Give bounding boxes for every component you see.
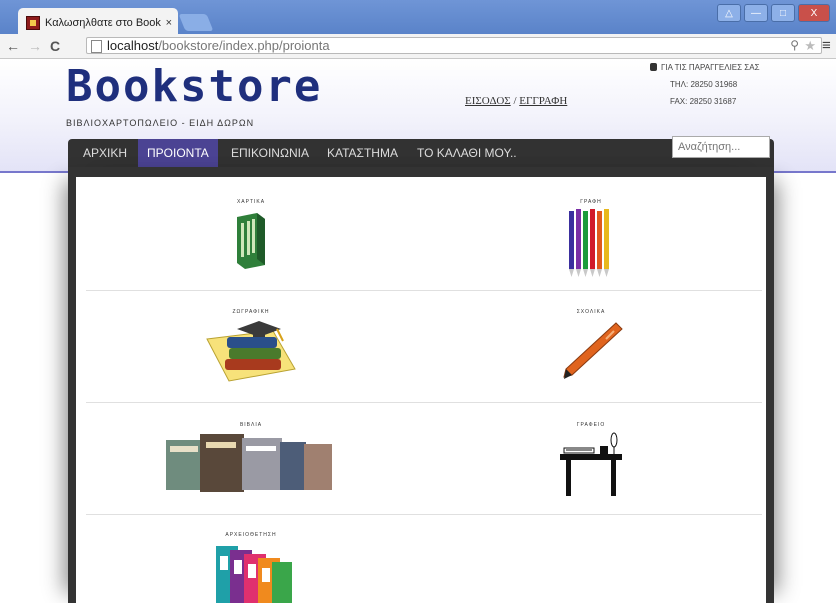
book-covers-icon (166, 434, 332, 492)
category-label: ΓΡΑΦΕΙΟ (576, 422, 606, 428)
category-label: ΧΑΡΤΙΚΑ (236, 199, 266, 205)
category-writing[interactable]: ΓΡΑΦΗ (441, 199, 741, 279)
row-divider (86, 290, 762, 291)
nav-item-products[interactable]: ΠΡΟΙΟΝΤΑ (138, 139, 218, 167)
bookmark-star-icon[interactable]: ★ (804, 38, 816, 53)
category-label: ΒΙΒΛΙΑ (239, 422, 263, 428)
site-tagline: ΒΙΒΛΙΟΧΑΡΤΟΠΩΛΕΙΟ - ΕΙΔΗ ΔΩΡΩΝ (66, 118, 255, 128)
product-categories: ΧΑΡΤΙΚΑ ΓΡΑΦΗ ΖΩΓΡΑΦΙΚΗ ΣΧΟΛΙΚΑ ΒΙΒΛΙΑ Γ… (76, 177, 766, 603)
contact-title: ΓΙΑ ΤΙΣ ΠΑΡΑΓΓΕΛΙΕΣ ΣΑΣ (661, 63, 760, 72)
category-filing[interactable]: ΑΡΧΕΙΟΘΕΤΗΣΗ (101, 532, 401, 603)
phone-icon (650, 63, 657, 71)
category-painting[interactable]: ΖΩΓΡΑΦΙΚΗ (101, 309, 401, 383)
row-divider (86, 514, 762, 515)
new-tab-button[interactable] (178, 14, 214, 31)
nav-item-home[interactable]: ΑΡΧΙΚΗ (74, 139, 136, 167)
auth-separator: / (513, 95, 517, 107)
category-label: ΣΧΟΛΙΚΑ (576, 309, 606, 315)
site-logo[interactable]: Bookstore (66, 61, 322, 112)
search-input[interactable] (672, 136, 770, 158)
category-books[interactable]: ΒΙΒΛΙΑ (101, 422, 401, 494)
nav-item-cart[interactable]: ΤΟ ΚΑΛΑΘΙ ΜΟΥ.. (408, 139, 526, 167)
window-controls: △ — □ X (717, 4, 830, 22)
url-host: localhost (107, 38, 159, 53)
page-icon (91, 40, 102, 53)
category-paper[interactable]: ΧΑΡΤΙΚΑ (101, 199, 401, 269)
browser-toolbar: ← → C localhost/bookstore/index.php/proi… (0, 34, 836, 59)
main-navigation: ΑΡΧΙΚΗ ΠΡΟΙΟΝΤΑ ΕΠΙΚΟΙΝΩΝΙΑ ΚΑΤΑΣΤΗΜΑ ΤΟ… (68, 139, 774, 167)
contact-fax: FAX: 28250 31687 (670, 97, 737, 106)
pen-icon (563, 322, 623, 379)
pens-icon (569, 209, 609, 277)
category-office[interactable]: ΓΡΑΦΕΙΟ (441, 422, 741, 498)
url-path: /bookstore/index.php/proionta (158, 38, 330, 53)
category-school[interactable]: ΣΧΟΛΙΚΑ (441, 309, 741, 383)
register-link[interactable]: ΕΓΓΡΑΦΗ (519, 95, 567, 107)
user-icon[interactable]: △ (717, 4, 741, 22)
minimize-button[interactable]: — (744, 4, 768, 22)
web-page: Bookstore ΒΙΒΛΙΟΧΑΡΤΟΠΩΛΕΙΟ - ΕΙΔΗ ΔΩΡΩΝ… (0, 59, 836, 603)
paper-ream-icon (237, 213, 265, 269)
close-window-button[interactable]: X (798, 4, 830, 22)
back-arrow-icon[interactable]: ← (4, 38, 22, 54)
site-favicon-icon (26, 16, 40, 30)
reload-icon[interactable]: C (50, 38, 60, 54)
auth-links: ΕΙΣΟΔΟΣ / ΕΓΓΡΑΦΗ (465, 95, 567, 107)
login-link[interactable]: ΕΙΣΟΔΟΣ (465, 95, 511, 107)
category-label: ΑΡΧΕΙΟΘΕΤΗΣΗ (225, 532, 277, 538)
category-label: ΖΩΓΡΑΦΙΚΗ (232, 309, 270, 315)
browser-titlebar: Καλωσηλθατε στο Booksi × △ — □ X (0, 0, 836, 34)
nav-item-contact[interactable]: ΕΠΙΚΟΙΝΩΝΙΑ (222, 139, 318, 167)
browser-menu-icon[interactable]: ≡ (822, 34, 834, 58)
nav-item-store[interactable]: ΚΑΤΑΣΤΗΜΑ (318, 139, 407, 167)
contact-info: ΓΙΑ ΤΙΣ ΠΑΡΑΓΓΕΛΙΕΣ ΣΑΣ ΤΗΛ: 28250 31968… (650, 59, 760, 110)
forward-arrow-icon[interactable]: → (26, 38, 44, 54)
tab-close-button[interactable]: × (166, 17, 172, 29)
address-bar[interactable]: localhost/bookstore/index.php/proionta ⚲… (86, 37, 822, 54)
maximize-button[interactable]: □ (771, 4, 795, 22)
books-graduation-icon (206, 321, 296, 382)
tab-title: Καλωσηλθατε στο Booksi (45, 17, 161, 29)
desk-icon (560, 432, 622, 496)
browser-tab[interactable]: Καλωσηλθατε στο Booksi × (18, 8, 178, 34)
folders-icon (216, 546, 292, 603)
zoom-icon[interactable]: ⚲ (790, 38, 799, 53)
contact-phone: ΤΗΛ: 28250 31968 (670, 80, 738, 89)
category-label: ΓΡΑΦΗ (580, 199, 602, 205)
row-divider (86, 402, 762, 403)
